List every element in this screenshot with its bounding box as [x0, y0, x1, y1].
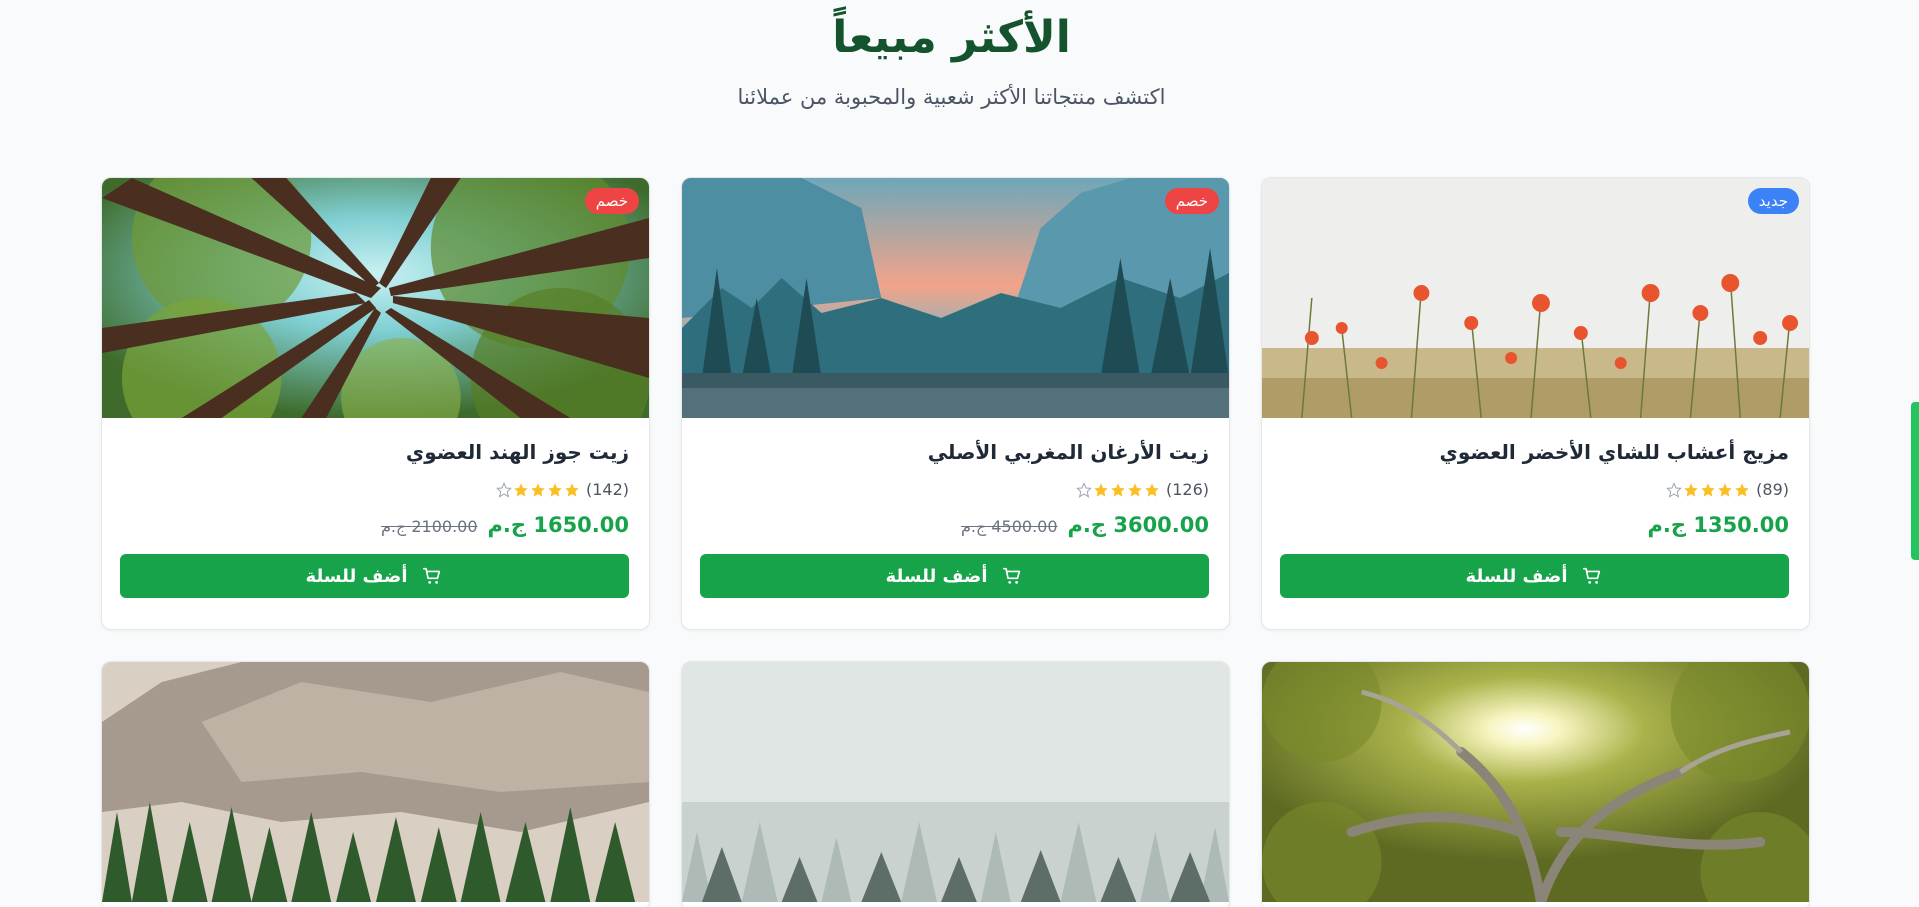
review-count: (89) [1756, 480, 1789, 499]
product-card[interactable]: خصم زيت جوز الهند العضوي (142) 1650.00 ج… [101, 177, 650, 630]
star-rating [1076, 481, 1160, 498]
add-to-cart-label: أضف للسلة [305, 565, 408, 587]
add-to-cart-label: أضف للسلة [885, 565, 988, 587]
star-icon [1735, 482, 1749, 497]
product-card[interactable] [101, 661, 650, 907]
new-badge: جديد [1747, 188, 1799, 214]
star-icon [1684, 482, 1698, 497]
redwood-canopy-image [102, 178, 649, 418]
star-icon [565, 482, 579, 497]
product-image[interactable] [682, 662, 1229, 902]
product-name[interactable]: زيت الأرغان المغربي الأصلي [702, 438, 1209, 466]
product-card[interactable]: جديد مزيج أعشاب للشاي الأخضر العضوي (89)… [1261, 177, 1810, 630]
product-name[interactable]: مزيج أعشاب للشاي الأخضر العضوي [1282, 438, 1789, 466]
star-icon [514, 482, 528, 497]
sale-badge: خصم [584, 188, 639, 214]
rating: (89) [1282, 480, 1789, 499]
add-to-cart-label: أضف للسلة [1465, 565, 1568, 587]
rating: (142) [122, 480, 629, 499]
review-count: (126) [1165, 480, 1209, 499]
price-row: 1650.00 ج.م 2100.00 ج.م [122, 513, 629, 537]
star-icon [548, 482, 562, 497]
rating: (126) [702, 480, 1209, 499]
granite-cliff-image [102, 662, 649, 902]
product-image[interactable] [1262, 662, 1809, 902]
price-row: 3600.00 ج.م 4500.00 ج.م [702, 513, 1209, 537]
product-card[interactable] [1261, 661, 1810, 907]
star-icon [1111, 482, 1125, 497]
product-image[interactable]: جديد [1262, 178, 1809, 418]
cart-icon [423, 567, 441, 584]
cart-icon [1003, 567, 1021, 584]
star-rating [1666, 481, 1750, 498]
review-count: (142) [585, 480, 629, 499]
price: 1650.00 ج.م [487, 513, 629, 537]
product-card[interactable]: خصم زيت الأرغان المغربي الأصلي (126) 360… [681, 177, 1230, 630]
star-icon [531, 482, 545, 497]
add-to-cart-button[interactable]: أضف للسلة [1280, 554, 1789, 598]
empty-star-icon [496, 481, 512, 498]
scrollbar-thumb[interactable] [1911, 402, 1919, 560]
product-image[interactable] [102, 662, 649, 902]
product-image[interactable]: خصم [682, 178, 1229, 418]
product-name[interactable]: زيت جوز الهند العضوي [122, 438, 629, 466]
section-title: الأكثر مبيعاً [832, 12, 1071, 63]
star-icon [1718, 482, 1732, 497]
poppy-field-image [1262, 178, 1809, 418]
price-row: 1350.00 ج.م [1282, 513, 1789, 537]
star-rating [496, 481, 580, 498]
product-image[interactable]: خصم [102, 178, 649, 418]
cart-icon [1583, 567, 1601, 584]
star-icon [1145, 482, 1159, 497]
sunlit-tree-image [1262, 662, 1809, 902]
section-subtitle: اكتشف منتجاتنا الأكثر شعبية والمحبوبة من… [737, 85, 1166, 109]
product-card[interactable] [681, 661, 1230, 907]
price: 3600.00 ج.م [1067, 513, 1209, 537]
empty-star-icon [1666, 481, 1682, 498]
valley-lake-image [682, 178, 1229, 418]
old-price: 4500.00 ج.م [960, 517, 1058, 536]
misty-forest-image [682, 662, 1229, 902]
star-icon [1128, 482, 1142, 497]
sale-badge: خصم [1164, 188, 1219, 214]
old-price: 2100.00 ج.م [380, 517, 478, 536]
star-icon [1094, 482, 1108, 497]
price: 1350.00 ج.م [1647, 513, 1789, 537]
empty-star-icon [1076, 481, 1092, 498]
add-to-cart-button[interactable]: أضف للسلة [120, 554, 629, 598]
page: الأكثر مبيعاً اكتشف منتجاتنا الأكثر شعبي… [0, 0, 1919, 907]
product-grid: خصم زيت جوز الهند العضوي (142) 1650.00 ج… [101, 177, 1810, 907]
star-icon [1701, 482, 1715, 497]
add-to-cart-button[interactable]: أضف للسلة [700, 554, 1209, 598]
